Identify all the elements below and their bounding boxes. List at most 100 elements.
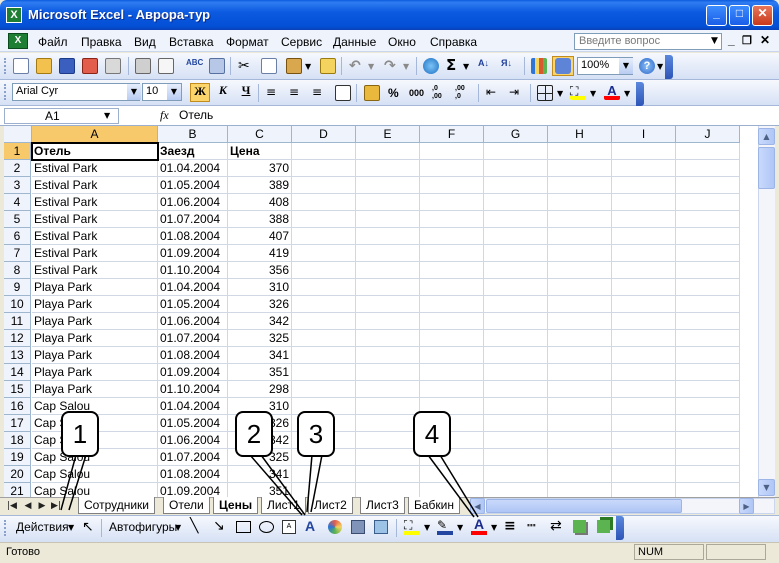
cell-h6[interactable]: [548, 228, 612, 245]
cell-a3[interactable]: Estival Park: [32, 177, 158, 194]
cell-d4[interactable]: [292, 194, 356, 211]
cell-e13[interactable]: [356, 347, 420, 364]
new-document-icon[interactable]: [13, 58, 29, 74]
align-left-icon[interactable]: ≡: [266, 85, 282, 101]
open-folder-icon[interactable]: [36, 58, 52, 74]
cell-f15[interactable]: [420, 381, 484, 398]
cell-g8[interactable]: [484, 262, 548, 279]
cell-b7[interactable]: 01.09.2004: [158, 245, 228, 262]
cell-d8[interactable]: [292, 262, 356, 279]
cell-j4[interactable]: [676, 194, 740, 211]
cell-j11[interactable]: [676, 313, 740, 330]
menu-data[interactable]: Данные: [333, 35, 376, 49]
cell-a13[interactable]: Playa Park: [32, 347, 158, 364]
decrease-decimal-icon[interactable]: ,00,0: [455, 85, 471, 101]
cell-j16[interactable]: [676, 398, 740, 415]
cell-g14[interactable]: [484, 364, 548, 381]
cell-a4[interactable]: Estival Park: [32, 194, 158, 211]
autoshapes-menu[interactable]: Автофигуры: [109, 520, 177, 534]
underline-button[interactable]: Ч: [236, 83, 256, 102]
cell-c13[interactable]: 341: [228, 347, 292, 364]
toolbar-options-icon[interactable]: [616, 516, 624, 540]
cell-f3[interactable]: [420, 177, 484, 194]
cell-j7[interactable]: [676, 245, 740, 262]
cell-j12[interactable]: [676, 330, 740, 347]
cell-j21[interactable]: [676, 483, 740, 497]
cell-e21[interactable]: [356, 483, 420, 497]
cell-h1[interactable]: [548, 143, 612, 160]
cell-e9[interactable]: [356, 279, 420, 296]
cell-e19[interactable]: [356, 449, 420, 466]
cell-c12[interactable]: 325: [228, 330, 292, 347]
merge-center-icon[interactable]: [335, 85, 351, 101]
maximize-button[interactable]: □: [729, 5, 750, 26]
undo-dropdown-icon[interactable]: ▼: [368, 62, 374, 71]
cell-h14[interactable]: [548, 364, 612, 381]
font-size-dropdown-icon[interactable]: ▼: [167, 84, 181, 100]
row-header[interactable]: 16: [4, 398, 31, 415]
menu-view[interactable]: Вид: [134, 35, 156, 49]
cell-j14[interactable]: [676, 364, 740, 381]
cell-g20[interactable]: [484, 466, 548, 483]
cell-f4[interactable]: [420, 194, 484, 211]
sheet-tab-hotels[interactable]: Отели: [163, 497, 210, 514]
cell-i6[interactable]: [612, 228, 676, 245]
menu-help[interactable]: Справка: [430, 35, 477, 49]
cell-e8[interactable]: [356, 262, 420, 279]
align-center-icon[interactable]: ≡: [289, 85, 305, 101]
currency-icon[interactable]: [364, 85, 380, 101]
last-sheet-icon[interactable]: ▶|: [50, 499, 62, 513]
sort-ascending-icon[interactable]: A↓: [478, 58, 494, 74]
cell-h3[interactable]: [548, 177, 612, 194]
cell-d3[interactable]: [292, 177, 356, 194]
cell-b5[interactable]: 01.07.2004: [158, 211, 228, 228]
column-header-j[interactable]: J: [676, 126, 740, 143]
line-color-icon[interactable]: ✎: [437, 518, 453, 535]
cell-a2[interactable]: Estival Park: [32, 160, 158, 177]
column-header-h[interactable]: H: [548, 126, 612, 143]
autosum-icon[interactable]: Σ: [446, 57, 462, 73]
align-right-icon[interactable]: ≡: [312, 85, 328, 101]
cell-c15[interactable]: 298: [228, 381, 292, 398]
row-header[interactable]: 9: [4, 279, 31, 296]
cell-h5[interactable]: [548, 211, 612, 228]
cell-c10[interactable]: 326: [228, 296, 292, 313]
cell-h17[interactable]: [548, 415, 612, 432]
row-header[interactable]: 4: [4, 194, 31, 211]
rectangle-icon[interactable]: [236, 521, 251, 533]
cell-h11[interactable]: [548, 313, 612, 330]
cell-i13[interactable]: [612, 347, 676, 364]
cell-f7[interactable]: [420, 245, 484, 262]
cell-h8[interactable]: [548, 262, 612, 279]
cell-b18[interactable]: 01.06.2004: [158, 432, 228, 449]
cell-d10[interactable]: [292, 296, 356, 313]
autoshapes-dropdown-icon[interactable]: ▼: [175, 523, 181, 532]
row-header[interactable]: 13: [4, 347, 31, 364]
copy-icon[interactable]: [261, 58, 277, 74]
cell-d20[interactable]: [292, 466, 356, 483]
cell-j10[interactable]: [676, 296, 740, 313]
cell-b17[interactable]: 01.05.2004: [158, 415, 228, 432]
row-header[interactable]: 18: [4, 432, 31, 449]
cell-g9[interactable]: [484, 279, 548, 296]
cell-g19[interactable]: [484, 449, 548, 466]
menu-window[interactable]: Окно: [388, 35, 416, 49]
3d-style-icon[interactable]: [597, 520, 610, 533]
cell-h19[interactable]: [548, 449, 612, 466]
cell-b21[interactable]: 01.09.2004: [158, 483, 228, 497]
scroll-down-button[interactable]: ▼: [758, 479, 775, 496]
cell-g1[interactable]: [484, 143, 548, 160]
name-box[interactable]: A1: [4, 108, 119, 124]
cell-f2[interactable]: [420, 160, 484, 177]
toolbar-grip[interactable]: [4, 520, 7, 536]
cell-h2[interactable]: [548, 160, 612, 177]
cell-f21[interactable]: [420, 483, 484, 497]
diagram-icon[interactable]: [328, 520, 342, 534]
font-color-dropdown-icon[interactable]: ▼: [624, 89, 630, 98]
cell-e18[interactable]: [356, 432, 420, 449]
oval-icon[interactable]: [259, 521, 274, 533]
menu-edit[interactable]: Правка: [81, 35, 122, 49]
menu-tools[interactable]: Сервис: [281, 35, 322, 49]
cell-c6[interactable]: 407: [228, 228, 292, 245]
hyperlink-icon[interactable]: [423, 58, 439, 74]
